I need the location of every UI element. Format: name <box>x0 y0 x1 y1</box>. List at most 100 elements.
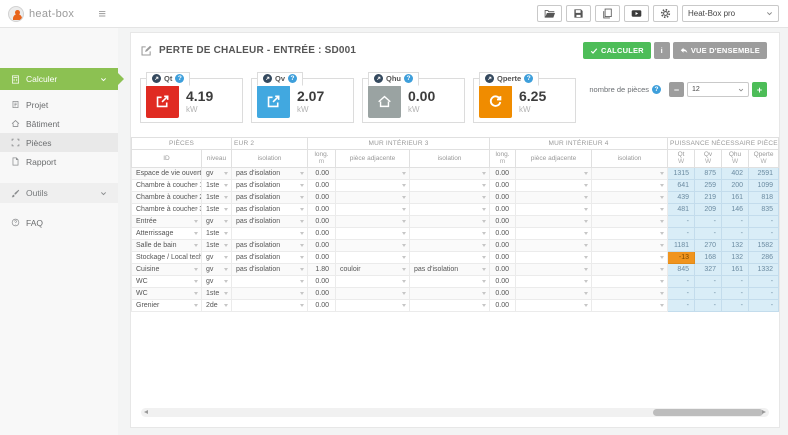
sidebar-item-rapport[interactable]: Rapport <box>0 152 118 171</box>
cell-m4_iso[interactable] <box>592 299 668 311</box>
cell-m3_adj[interactable]: couloir <box>336 263 410 275</box>
help-icon[interactable]: ? <box>175 74 184 83</box>
sidebar-item-batiment[interactable]: Bâtiment <box>0 114 118 133</box>
cell-m3_iso[interactable] <box>410 203 490 215</box>
save-button[interactable] <box>566 5 591 22</box>
cell-m4_long[interactable]: 0.00 <box>490 179 516 191</box>
cell-m3_adj[interactable] <box>336 251 410 263</box>
cell-id[interactable]: Atterrissage <box>132 227 202 239</box>
scroll-right-arrow-icon[interactable] <box>762 410 766 414</box>
cell-m4_long[interactable]: 0.00 <box>490 191 516 203</box>
cell-id[interactable]: Entrée <box>132 215 202 227</box>
cell-iso2[interactable] <box>232 299 308 311</box>
cell-m4_adj[interactable] <box>516 215 592 227</box>
cell-iso2[interactable] <box>232 227 308 239</box>
cell-m3_long[interactable]: 0.00 <box>308 251 336 263</box>
cell-m4_long[interactable]: 0.00 <box>490 263 516 275</box>
rooms-minus-button[interactable]: − <box>669 82 684 97</box>
cell-m3_iso[interactable] <box>410 179 490 191</box>
cell-m3_adj[interactable] <box>336 191 410 203</box>
cell-m3_adj[interactable] <box>336 215 410 227</box>
sidebar-item-faq[interactable]: FAQ <box>0 213 118 232</box>
cell-m3_iso[interactable]: pas d'isolation <box>410 263 490 275</box>
cell-m4_long[interactable]: 0.00 <box>490 167 516 179</box>
cell-m3_long[interactable]: 1.80 <box>308 263 336 275</box>
cell-m4_long[interactable]: 0.00 <box>490 251 516 263</box>
cell-m3_iso[interactable] <box>410 227 490 239</box>
rooms-plus-button[interactable]: + <box>752 82 767 97</box>
cell-niveau[interactable]: gv <box>202 275 232 287</box>
cell-id[interactable]: Chambre à coucher 3 <box>132 203 202 215</box>
cell-m4_adj[interactable] <box>516 251 592 263</box>
cell-m4_iso[interactable] <box>592 251 668 263</box>
cell-niveau[interactable]: gv <box>202 215 232 227</box>
horizontal-scrollbar[interactable] <box>141 408 769 417</box>
cell-m3_adj[interactable] <box>336 239 410 251</box>
cell-m4_iso[interactable] <box>592 239 668 251</box>
cell-id[interactable]: Stockage / Local tech <box>132 251 202 263</box>
cell-m3_iso[interactable] <box>410 299 490 311</box>
cell-m4_iso[interactable] <box>592 191 668 203</box>
cell-m4_adj[interactable] <box>516 275 592 287</box>
cell-m3_adj[interactable] <box>336 287 410 299</box>
cell-m4_adj[interactable] <box>516 191 592 203</box>
cell-iso2[interactable]: pas d'isolation <box>232 215 308 227</box>
cell-m3_iso[interactable] <box>410 251 490 263</box>
cell-iso2[interactable]: pas d'isolation <box>232 167 308 179</box>
cell-iso2[interactable]: pas d'isolation <box>232 179 308 191</box>
cell-niveau[interactable]: 1ste <box>202 203 232 215</box>
cell-m3_adj[interactable] <box>336 203 410 215</box>
cell-m3_long[interactable]: 0.00 <box>308 299 336 311</box>
cell-m3_long[interactable]: 0.00 <box>308 167 336 179</box>
rooms-count-select[interactable]: 12 <box>687 82 749 97</box>
cell-m4_adj[interactable] <box>516 227 592 239</box>
cell-iso2[interactable]: pas d'isolation <box>232 251 308 263</box>
cell-m3_long[interactable]: 0.00 <box>308 203 336 215</box>
cell-niveau[interactable]: gv <box>202 263 232 275</box>
cell-niveau[interactable]: 2de <box>202 299 232 311</box>
cell-niveau[interactable]: 1ste <box>202 239 232 251</box>
cell-m3_iso[interactable] <box>410 167 490 179</box>
cell-niveau[interactable]: 1ste <box>202 287 232 299</box>
cell-m4_adj[interactable] <box>516 239 592 251</box>
sidebar-item-projet[interactable]: Projet <box>0 95 118 114</box>
cell-iso2[interactable]: pas d'isolation <box>232 239 308 251</box>
cell-iso2[interactable] <box>232 275 308 287</box>
cell-niveau[interactable]: 1ste <box>202 227 232 239</box>
cell-id[interactable]: Grenier <box>132 299 202 311</box>
cell-m3_iso[interactable] <box>410 275 490 287</box>
cell-m3_adj[interactable] <box>336 299 410 311</box>
cell-id[interactable]: Salle de bain <box>132 239 202 251</box>
cell-m4_iso[interactable] <box>592 275 668 287</box>
cell-m3_iso[interactable] <box>410 215 490 227</box>
cell-m4_adj[interactable] <box>516 263 592 275</box>
cell-m3_adj[interactable] <box>336 179 410 191</box>
help-icon[interactable]: ? <box>404 74 413 83</box>
cell-iso2[interactable]: pas d'isolation <box>232 191 308 203</box>
cell-m3_long[interactable]: 0.00 <box>308 227 336 239</box>
cell-m4_iso[interactable] <box>592 167 668 179</box>
sidebar-item-outils[interactable]: Outils <box>0 183 118 203</box>
cell-m3_long[interactable]: 0.00 <box>308 215 336 227</box>
cell-id[interactable]: Chambre à coucher 2 <box>132 191 202 203</box>
cell-m3_iso[interactable] <box>410 239 490 251</box>
cell-m3_adj[interactable] <box>336 275 410 287</box>
cell-id[interactable]: Chambre à coucher 1 <box>132 179 202 191</box>
new-file-button[interactable] <box>595 5 620 22</box>
cell-niveau[interactable]: 1ste <box>202 191 232 203</box>
cell-m4_iso[interactable] <box>592 263 668 275</box>
cell-m4_iso[interactable] <box>592 179 668 191</box>
cell-m3_long[interactable]: 0.00 <box>308 191 336 203</box>
help-icon[interactable]: ? <box>652 85 661 94</box>
edit-icon[interactable] <box>140 44 153 57</box>
cell-m3_long[interactable]: 0.00 <box>308 179 336 191</box>
info-button[interactable]: i <box>654 42 670 59</box>
cell-m3_long[interactable]: 0.00 <box>308 239 336 251</box>
cell-m4_iso[interactable] <box>592 215 668 227</box>
cell-m4_iso[interactable] <box>592 203 668 215</box>
sidebar-item-calculer[interactable]: Calculer <box>0 68 118 90</box>
scrollbar-thumb[interactable] <box>653 409 763 416</box>
cell-iso2[interactable] <box>232 287 308 299</box>
cell-id[interactable]: Espace de vie ouvert <box>132 167 202 179</box>
cell-m4_iso[interactable] <box>592 227 668 239</box>
